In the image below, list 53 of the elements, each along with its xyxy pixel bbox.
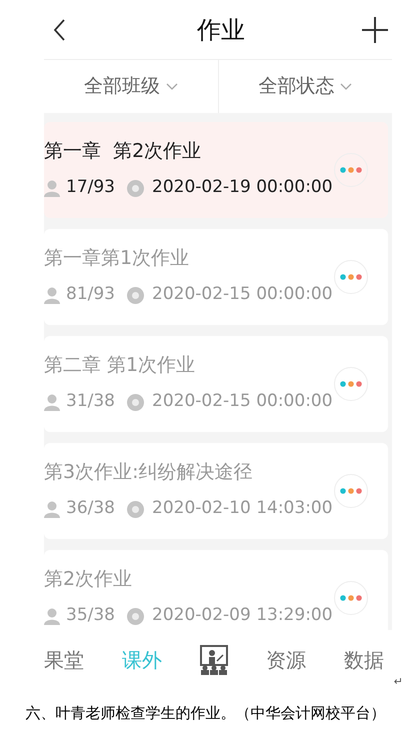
dots-icon: [340, 167, 362, 173]
submission-count: 81/93: [66, 283, 115, 306]
page-title: 作业: [197, 14, 245, 46]
filter-dropdown[interactable]: 全部班级: [44, 60, 218, 113]
person-icon: [44, 286, 60, 304]
clock-icon: [127, 180, 144, 196]
submission-count: 35/38: [66, 604, 115, 628]
due-time: 2020-02-10 14:03:00: [152, 497, 333, 520]
submission-count: 17/93: [66, 176, 115, 200]
assignment-title: 第一章 第2次作业: [44, 139, 202, 164]
more-button[interactable]: [334, 581, 368, 615]
more-button[interactable]: [334, 474, 368, 508]
more-button[interactable]: [334, 260, 368, 294]
due-time: 2020-02-09 13:29:00: [152, 604, 333, 628]
assignment-card[interactable]: 第一章 第2次作业 17/93 2020-02-19 00:00:00: [44, 122, 388, 218]
person-icon: [44, 394, 60, 410]
clock-icon: [127, 608, 144, 624]
person-icon: [44, 608, 60, 624]
assignment-title: 第3次作业:纠纷解决途径: [44, 460, 254, 484]
filter-dropdown[interactable]: 全部状态: [218, 60, 392, 113]
clock-icon: [127, 286, 144, 304]
person-icon: [44, 180, 60, 196]
due-time: 2020-02-19 00:00:00: [152, 176, 333, 200]
add-icon[interactable]: [362, 16, 388, 42]
due-time: 2020-02-15 00:00:00: [152, 283, 333, 306]
more-button[interactable]: [334, 367, 368, 401]
paragraph-mark: ↵: [394, 676, 403, 684]
clock-icon: [127, 394, 144, 410]
submission-count: 36/38: [66, 497, 115, 520]
dots-icon: [340, 595, 362, 601]
assignment-card[interactable]: 第二章 第1次作业 31/38 2020-02-15 00:00:00: [44, 336, 388, 432]
nav-tab[interactable]: 资源: [266, 645, 306, 675]
classroom-icon[interactable]: [200, 645, 228, 675]
due-time: 2020-02-15 00:00:00: [152, 390, 333, 414]
dots-icon: [340, 488, 362, 494]
submission-count: 31/38: [66, 390, 115, 414]
dots-icon: [340, 381, 362, 387]
assignment-title: 第二章 第1次作业: [44, 353, 196, 378]
caption: 六、叶青老师检查学生的作业。（中华会计网校平台）: [26, 703, 386, 724]
assignment-card[interactable]: 第3次作业:纠纷解决途径 36/38 2020-02-10 14:03:00: [44, 443, 388, 539]
chevron-down-icon: [340, 82, 352, 90]
dots-icon: [340, 274, 362, 280]
assignment-title: 第2次作业: [44, 567, 134, 592]
more-button[interactable]: [334, 153, 368, 187]
clock-icon: [127, 500, 144, 518]
chevron-down-icon: [166, 82, 178, 90]
nav-tab[interactable]: 果堂: [44, 645, 84, 675]
nav-tab[interactable]: 数据: [344, 645, 384, 675]
assignment-title: 第一章第1次作业: [44, 246, 190, 270]
assignment-card[interactable]: 第2次作业 35/38 2020-02-09 13:29:00: [44, 550, 388, 630]
back-icon[interactable]: [52, 18, 66, 42]
assignment-card[interactable]: 第一章第1次作业 81/93 2020-02-15 00:00:00: [44, 229, 388, 325]
person-icon: [44, 500, 60, 518]
